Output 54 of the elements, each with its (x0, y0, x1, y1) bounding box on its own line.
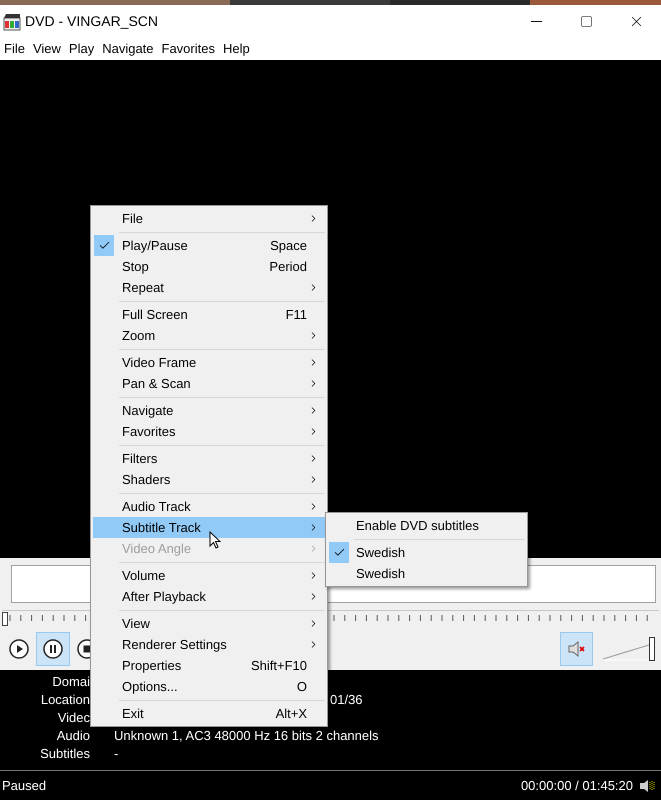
menu-bar-item[interactable]: Navigate (99, 39, 157, 59)
volume-slider[interactable] (603, 637, 655, 661)
menu-item[interactable]: Video Frame (93, 352, 325, 373)
mouse-cursor-icon (209, 531, 221, 549)
maximize-icon (580, 15, 592, 28)
minimize-icon (530, 21, 542, 22)
menu-item[interactable]: After Playback (93, 586, 325, 607)
info-value: Unknown 1, AC3 48000 Hz 16 bits 2 channels (114, 727, 379, 746)
pause-icon (43, 639, 63, 659)
menu-item[interactable]: Zoom (93, 325, 325, 346)
info-value: 01/36 (330, 691, 363, 710)
menu-item[interactable]: Renderer Settings (93, 634, 325, 655)
menu-item[interactable]: Repeat (93, 277, 325, 298)
menu-item[interactable]: Full Screen F11 (93, 304, 325, 325)
menu-item[interactable]: Subtitle Track (93, 517, 325, 538)
menu-item[interactable]: View (93, 613, 325, 634)
info-label: Location (40, 691, 90, 710)
menu-bar-item[interactable]: Favorites (158, 39, 218, 59)
time-display: 00:00:00 / 01:45:20 (520, 776, 633, 795)
info-label: Audio (56, 727, 90, 746)
menu-bar-item[interactable]: Play (66, 39, 98, 59)
menu-item[interactable]: Favorites (93, 421, 325, 442)
menu-item[interactable]: Stop Period (93, 256, 325, 277)
app-icon (3, 12, 21, 30)
menu-item[interactable]: Play/Pause Space (93, 235, 325, 256)
speaker-icon (566, 640, 586, 658)
window-title: DVD - VINGAR_SCN (25, 12, 160, 31)
status-text: Paused (2, 776, 48, 795)
play-icon (9, 639, 29, 659)
menu-bar-item[interactable]: View (30, 39, 64, 59)
info-label: Videc (56, 709, 90, 728)
volume-thumb[interactable] (649, 637, 655, 661)
menu-item[interactable]: Navigate (93, 400, 325, 421)
menu-item[interactable]: Options... O (93, 676, 325, 697)
menu-bar-item[interactable]: File (1, 39, 28, 59)
menu-item[interactable]: Shaders (93, 469, 325, 490)
menu-item[interactable]: Volume (93, 565, 325, 586)
menu-bar-item[interactable]: Help (220, 39, 253, 59)
info-label: Domai (51, 673, 90, 692)
menu-item[interactable]: Enable DVD subtitles (328, 515, 525, 536)
menu-item[interactable]: Swedish (328, 542, 525, 563)
playback-button[interactable] (36, 632, 70, 666)
menu-item[interactable]: Properties Shift+F10 (93, 655, 325, 676)
menu-item[interactable]: File (93, 208, 325, 229)
info-value: - (114, 745, 118, 764)
menu-item[interactable]: Audio Track (93, 496, 325, 517)
menu-item[interactable]: Exit Alt+X (93, 703, 325, 724)
menu-item[interactable]: Filters (93, 448, 325, 469)
menu-item[interactable]: Pan & Scan (93, 373, 325, 394)
info-label: Subtitles (39, 745, 90, 764)
speaker-status-icon (639, 778, 657, 792)
seek-thumb[interactable] (2, 612, 8, 626)
mute-button[interactable] (560, 632, 593, 666)
menu-item[interactable]: Swedish (328, 563, 525, 584)
